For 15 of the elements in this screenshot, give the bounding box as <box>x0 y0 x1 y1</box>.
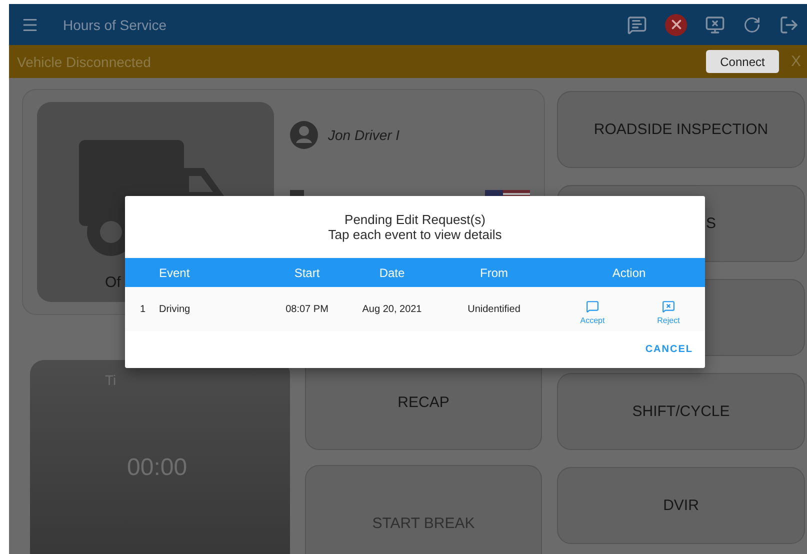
table-cell-text: 08:07 PM <box>284 304 330 314</box>
column-header: Event <box>159 266 191 280</box>
column-header: From <box>479 266 509 280</box>
dialog-title: Pending Edit Request(s) Tap each event to view details <box>327 212 503 242</box>
column-header: Action <box>611 266 647 280</box>
duty-status: Of <box>105 274 121 291</box>
table-cell-text: Unidentified <box>466 304 522 314</box>
table-cell-text: 1 <box>139 304 147 314</box>
driver-name: Jon Driver I <box>328 127 400 143</box>
app-title: Hours of Service <box>63 16 168 32</box>
table-cell-text: Aug 20, 2021 <box>361 304 423 314</box>
table-cell-text: Driving <box>159 304 192 314</box>
banner-message: Vehicle Disconnected <box>17 54 152 70</box>
column-header: Date <box>378 266 406 280</box>
column-header: Start <box>293 266 321 280</box>
